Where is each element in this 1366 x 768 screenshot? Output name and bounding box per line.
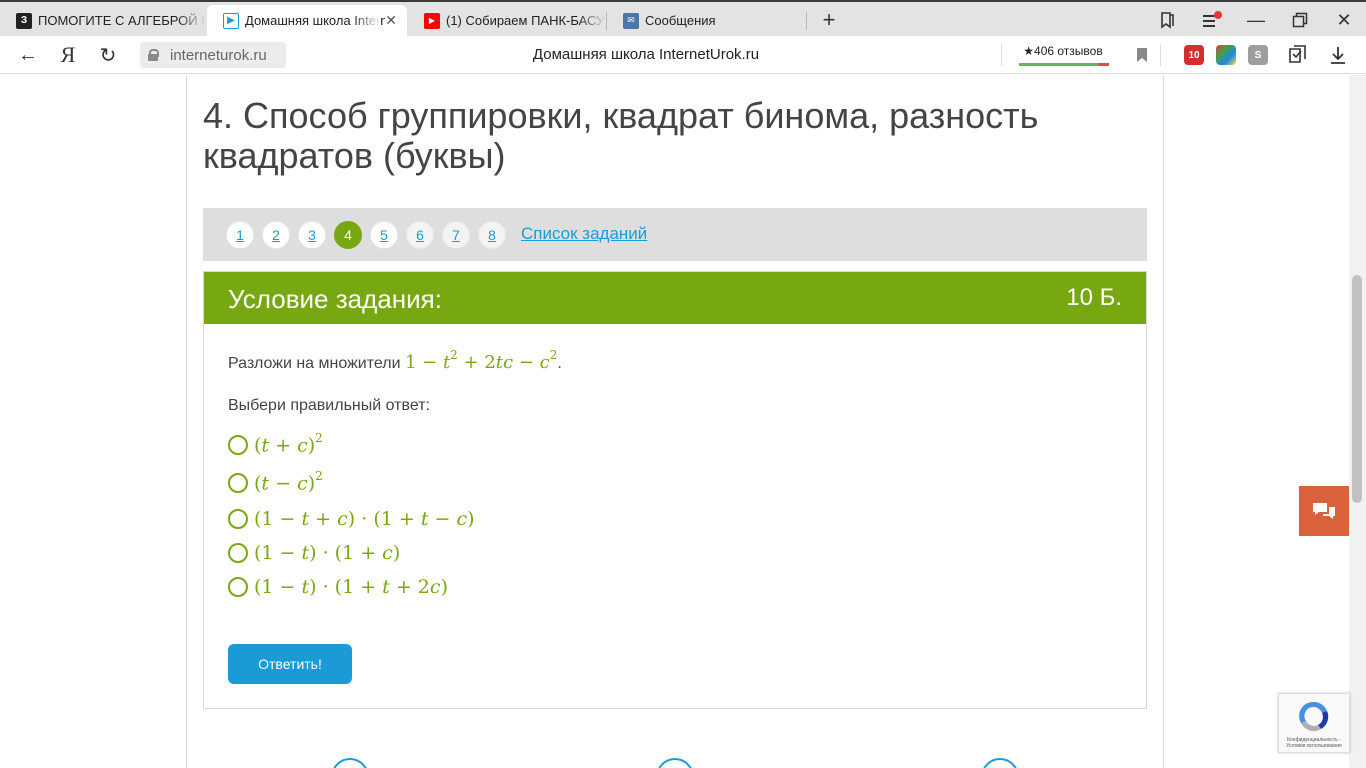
option-formula: (1 − t) · (1 + c) bbox=[254, 542, 401, 564]
task-card: Условие задания: 10 Б. Разложи на множит… bbox=[203, 271, 1147, 709]
radio-button[interactable] bbox=[228, 577, 248, 597]
browser-toolbar: ← Я ↻ interneturok.ru Домашняя школа Int… bbox=[0, 36, 1366, 74]
task-header-title: Условие задания: bbox=[228, 284, 442, 314]
radio-button[interactable] bbox=[228, 543, 248, 563]
tab-vk-messages[interactable]: ✉ Сообщения bbox=[607, 5, 805, 36]
task-header: Условие задания: 10 Б. bbox=[204, 272, 1146, 324]
close-tab-icon[interactable]: ✕ bbox=[385, 12, 397, 29]
recaptcha-logo-icon bbox=[1299, 701, 1329, 732]
tab-title: Сообщения bbox=[645, 13, 716, 28]
interneturok-favicon-icon: ▶ bbox=[223, 12, 239, 29]
page-link-7[interactable]: 7 bbox=[442, 221, 470, 249]
page-link-5[interactable]: 5 bbox=[370, 221, 398, 249]
bookmarks-icon bbox=[1161, 12, 1174, 29]
plus-icon: + bbox=[822, 7, 836, 32]
yandex-logo-icon: Я bbox=[60, 42, 76, 67]
tab-algebra-help[interactable]: З ПОМОГИТЕ С АЛГЕБРОЙ П bbox=[0, 5, 206, 36]
lock-icon bbox=[148, 49, 159, 61]
tab-youtube[interactable]: ▶ (1) Собираем ПАНК-БАСУХ bbox=[408, 5, 606, 36]
new-tab-button[interactable]: + bbox=[816, 7, 842, 32]
youtube-favicon-icon: ▶ bbox=[424, 12, 440, 29]
chat-button[interactable] bbox=[1299, 486, 1349, 536]
arrow-left-icon: ← bbox=[18, 43, 38, 66]
reviews-badge[interactable]: ★406 отзывов bbox=[1017, 42, 1109, 68]
answer-option-4[interactable]: (1 − t) · (1 + c) bbox=[228, 541, 400, 565]
downloads-button[interactable] bbox=[1324, 42, 1352, 68]
task-expression: 1 − t2 + 2tc − c2 bbox=[404, 348, 558, 373]
option-formula: (1 − t + c) · (1 + t − c) bbox=[254, 508, 475, 530]
collections-button[interactable] bbox=[1284, 42, 1312, 68]
page-link-1[interactable]: 1 bbox=[226, 221, 254, 249]
answer-option-5[interactable]: (1 − t) · (1 + t + 2c) bbox=[228, 575, 448, 599]
choose-answer-label: Выбери правильный ответ: bbox=[228, 397, 430, 414]
radio-button[interactable] bbox=[228, 435, 248, 455]
radio-button[interactable] bbox=[228, 509, 248, 529]
reload-icon: ↻ bbox=[99, 44, 117, 67]
tab-interneturok[interactable]: ▶ Домашняя школа Interne ✕ bbox=[207, 5, 407, 36]
option-formula: (1 − t) · (1 + t + 2c) bbox=[254, 576, 448, 598]
page-link-4[interactable]: 4 bbox=[334, 221, 362, 249]
yandex-button[interactable]: Я bbox=[54, 42, 82, 68]
answer-option-3[interactable]: (1 − t + c) · (1 + t − c) bbox=[228, 507, 475, 531]
submit-answer-button[interactable]: Ответить! bbox=[228, 644, 352, 684]
collections-icon bbox=[1289, 45, 1306, 63]
restore-icon bbox=[1292, 12, 1308, 28]
option-formula: (t + c)2 bbox=[254, 431, 323, 457]
reload-button[interactable]: ↻ bbox=[94, 42, 122, 68]
download-icon bbox=[1331, 47, 1345, 64]
adblock-extension-icon[interactable]: 10 bbox=[1184, 45, 1204, 65]
address-bar-domain[interactable]: interneturok.ru bbox=[140, 42, 286, 68]
rating-bar bbox=[1019, 63, 1109, 66]
close-window-button[interactable]: ✕ bbox=[1331, 8, 1357, 32]
s-extension-icon[interactable]: S bbox=[1248, 45, 1268, 65]
task-prompt: Разложи на множители 1 − t2 + 2tc − c2. bbox=[228, 348, 562, 373]
domain-text: interneturok.ru bbox=[170, 46, 267, 64]
color-extension-icon[interactable] bbox=[1216, 45, 1236, 65]
bookmark-icon bbox=[1137, 48, 1147, 62]
radio-button[interactable] bbox=[228, 473, 248, 493]
page-link-6[interactable]: 6 bbox=[406, 221, 434, 249]
recaptcha-terms: Конфиденциальность - Условия использован… bbox=[1286, 737, 1342, 749]
page-title: 4. Способ группировки, квадрат бинома, р… bbox=[203, 95, 1039, 176]
back-button[interactable]: ← bbox=[14, 42, 42, 68]
bookmarks-panel-button[interactable] bbox=[1154, 8, 1180, 32]
page-link-8[interactable]: 8 bbox=[478, 221, 506, 249]
minimize-button[interactable]: — bbox=[1243, 8, 1269, 32]
task-list-link[interactable]: Список заданий bbox=[521, 224, 647, 244]
menu-button[interactable] bbox=[1199, 8, 1225, 32]
menu-icon bbox=[1203, 11, 1222, 27]
restore-button[interactable] bbox=[1287, 8, 1313, 32]
browser-tab-strip: З ПОМОГИТЕ С АЛГЕБРОЙ П ▶ Домашняя школа… bbox=[0, 0, 1366, 36]
task-points: 10 Б. bbox=[1066, 284, 1122, 311]
page-scrollbar[interactable] bbox=[1349, 75, 1366, 768]
answer-option-1[interactable]: (t + c)2 bbox=[228, 431, 323, 457]
page-link-3[interactable]: 3 bbox=[298, 221, 326, 249]
address-page-title[interactable]: Домашняя школа InternetUrok.ru bbox=[500, 46, 792, 63]
answer-option-2[interactable]: (t − c)2 bbox=[228, 469, 323, 495]
recaptcha-badge[interactable]: Конфиденциальность - Условия использован… bbox=[1278, 693, 1350, 753]
chat-bubbles-icon bbox=[1313, 503, 1335, 519]
page-link-2[interactable]: 2 bbox=[262, 221, 290, 249]
znanija-favicon-icon: З bbox=[16, 12, 32, 29]
option-formula: (t − c)2 bbox=[254, 469, 323, 495]
minimize-icon: — bbox=[1247, 9, 1265, 30]
vk-messages-favicon-icon: ✉ bbox=[623, 12, 639, 29]
close-icon: ✕ bbox=[1336, 9, 1352, 30]
scrollbar-thumb[interactable] bbox=[1352, 275, 1362, 503]
bookmark-button[interactable] bbox=[1128, 42, 1156, 68]
task-pager: 1 2 3 4 5 6 7 8 Список заданий bbox=[203, 208, 1147, 261]
